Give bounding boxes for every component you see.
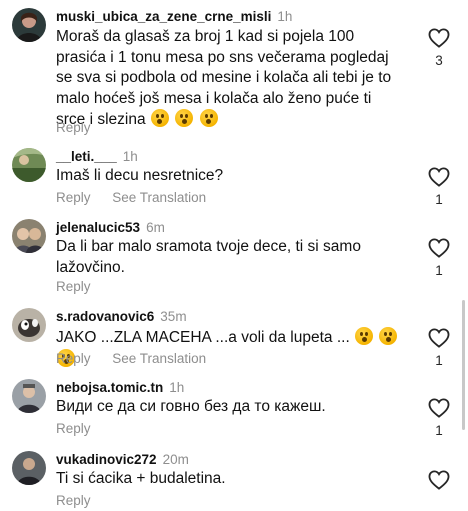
astonished-face-emoji <box>355 327 374 345</box>
astonished-face-emoji <box>150 109 169 127</box>
heart-outline-icon[interactable] <box>428 238 450 258</box>
comment-actions: Reply See Translation <box>56 190 220 205</box>
comment-header: muski_ubica_za_zene_crne_misli 1h <box>56 8 292 26</box>
comment-header: jelenalucic53 6m <box>56 219 165 237</box>
username-link[interactable]: s.radovanovic6 <box>56 309 154 324</box>
comment-text-body: Moraš da glasaš za broj 1 kad si pojela … <box>56 28 392 128</box>
username-link[interactable]: nebojsa.tomic.tn <box>56 380 163 395</box>
reply-button[interactable]: Reply <box>56 120 91 135</box>
comment-text: Moraš da glasaš za broj 1 kad si pojela … <box>56 27 396 131</box>
avatar[interactable] <box>12 308 46 342</box>
reply-button[interactable]: Reply <box>56 190 91 205</box>
heart-outline-icon[interactable] <box>428 328 450 348</box>
comment-header: vukadinovic272 20m <box>56 451 189 469</box>
scrollbar[interactable] <box>462 300 465 430</box>
like-count: 1 <box>435 423 443 438</box>
heart-outline-icon[interactable] <box>428 28 450 48</box>
reply-button[interactable]: Reply <box>56 279 91 294</box>
comment-actions: Reply <box>56 493 105 508</box>
comment-time: 20m <box>162 452 189 467</box>
comment-header: __leti.___ 1h <box>56 148 138 166</box>
username-link[interactable]: muski_ubica_za_zene_crne_misli <box>56 9 271 24</box>
avatar[interactable] <box>12 451 46 485</box>
comment-header: nebojsa.tomic.tn 1h <box>56 379 184 397</box>
comment-header: s.radovanovic6 35m <box>56 308 187 326</box>
comment-actions: Reply See Translation <box>56 351 220 366</box>
comment-text: Види се да си говно без да то кажеш. <box>56 398 326 415</box>
comment-text-body: JAKO ...ZLA MACEHA ...a voli da lupeta .… <box>56 329 350 346</box>
avatar[interactable] <box>12 379 46 413</box>
astonished-face-emoji <box>379 327 398 345</box>
comment-actions: Reply <box>56 279 105 294</box>
comment-actions: Reply <box>56 421 105 436</box>
comment-text: Imaš li decu nesretnice? <box>56 167 224 184</box>
heart-outline-icon[interactable] <box>428 470 450 490</box>
like-count: 3 <box>435 53 443 68</box>
username-link[interactable]: __leti.___ <box>56 149 117 164</box>
comment-actions: Reply <box>56 120 105 135</box>
comment-time: 35m <box>160 309 187 324</box>
like-count: 1 <box>435 263 443 278</box>
comment-time: 1h <box>122 149 138 164</box>
astonished-face-emoji <box>175 109 194 127</box>
heart-outline-icon[interactable] <box>428 398 450 418</box>
comment-time: 1h <box>277 9 293 24</box>
reply-button[interactable]: Reply <box>56 351 91 366</box>
see-translation-button[interactable]: See Translation <box>112 351 206 366</box>
astonished-face-emoji <box>199 109 218 127</box>
heart-outline-icon[interactable] <box>428 167 450 187</box>
see-translation-button[interactable]: See Translation <box>112 190 206 205</box>
comment-text: Ti si ćacika + budaletina. <box>56 470 226 487</box>
avatar[interactable] <box>12 148 46 182</box>
username-link[interactable]: jelenalucic53 <box>56 220 140 235</box>
comment-time: 6m <box>146 220 165 235</box>
like-count: 1 <box>435 192 443 207</box>
like-count: 1 <box>435 353 443 368</box>
avatar[interactable] <box>12 8 46 42</box>
reply-button[interactable]: Reply <box>56 421 91 436</box>
reply-button[interactable]: Reply <box>56 493 91 508</box>
comment-text: Da li bar malo sramota tvoje dece, ti si… <box>56 238 361 276</box>
avatar[interactable] <box>12 219 46 253</box>
comment-time: 1h <box>169 380 185 395</box>
username-link[interactable]: vukadinovic272 <box>56 452 157 467</box>
